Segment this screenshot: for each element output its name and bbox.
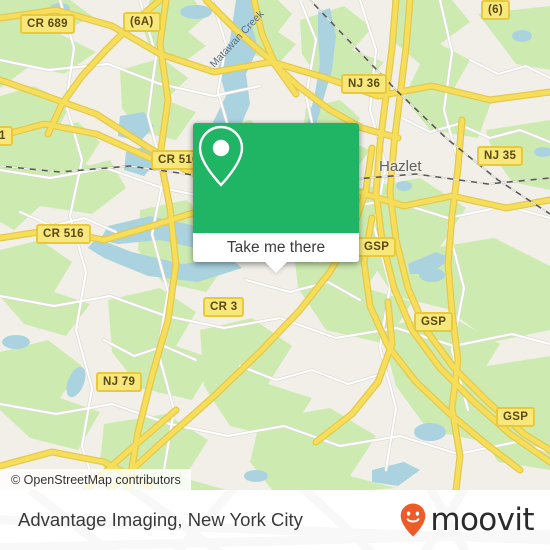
footer-bar: Advantage Imaging, New York City moovit xyxy=(0,490,550,550)
poi-callout-card[interactable]: Take me there xyxy=(193,123,359,273)
road-shield: CR 3 xyxy=(203,297,245,317)
osm-attribution-text: © OpenStreetMap contributors xyxy=(11,472,181,487)
map-canvas[interactable]: CR 689 (6A) (6) NJ 36 NJ 35 CR 516 CR 516 1 CR 3… xyxy=(0,0,550,490)
map-page: CR 689 (6A) (6) NJ 36 NJ 35 CR 516 CR 516 1 CR 3… xyxy=(0,0,550,550)
road-shield: (6A) xyxy=(123,12,161,32)
take-me-there-label: Take me there xyxy=(226,238,326,256)
poi-card-image-area xyxy=(193,123,359,233)
moovit-wordmark: moovit xyxy=(430,501,534,538)
moovit-smiley-pin-icon xyxy=(401,503,426,537)
map-pin-icon xyxy=(198,125,244,187)
take-me-there-button[interactable]: Take me there xyxy=(193,233,359,273)
moovit-brand[interactable]: moovit xyxy=(399,490,535,550)
road-shield: CR 516 xyxy=(36,224,91,244)
road-shield: NJ 36 xyxy=(341,74,388,94)
poi-title-text: Advantage Imaging, New York City xyxy=(18,509,303,530)
road-shield: GSP xyxy=(357,237,397,257)
osm-attribution[interactable]: © OpenStreetMap contributors xyxy=(0,469,191,490)
road-shield: GSP xyxy=(496,407,536,427)
place-label: Hazlet xyxy=(379,158,422,175)
callout-tail xyxy=(265,262,287,273)
road-shield: NJ 79 xyxy=(96,372,143,392)
road-shield: 1 xyxy=(0,126,13,146)
road-shield: CR 689 xyxy=(20,14,75,34)
poi-title: Advantage Imaging, New York City xyxy=(18,490,303,550)
road-shield: NJ 35 xyxy=(477,146,524,166)
road-shield: GSP xyxy=(414,312,454,332)
road-shield: (6) xyxy=(481,0,510,20)
